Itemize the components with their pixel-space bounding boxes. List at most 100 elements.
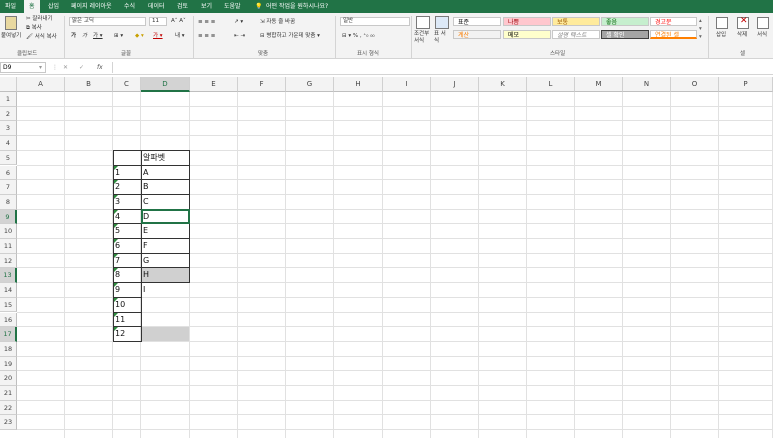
column-header-h[interactable]: H — [334, 77, 383, 92]
tab-formulas[interactable]: 수식 — [124, 0, 135, 13]
column-header-i[interactable]: I — [383, 77, 431, 92]
fx-icon[interactable]: fx — [97, 62, 103, 73]
insert-cells-icon[interactable] — [716, 17, 728, 29]
number-format-buttons[interactable]: ⊟ ▾ % , ⁺₀ ₀₀ — [342, 32, 375, 40]
table-letter-cell[interactable]: B — [141, 180, 149, 195]
row-header-14[interactable]: 14 — [0, 283, 17, 298]
indent-icon[interactable]: ⇤ ⇥ — [234, 32, 245, 40]
insert-cells-button[interactable]: 삽입 — [716, 31, 726, 39]
style-calculation[interactable]: 계산 — [453, 30, 501, 39]
column-header-o[interactable]: O — [671, 77, 719, 92]
table-letter-cell[interactable]: C — [141, 195, 149, 210]
row-header-12[interactable]: 12 — [0, 253, 17, 269]
paste-button[interactable]: 붙여넣기 — [1, 32, 21, 40]
style-bad[interactable]: 나쁨 — [503, 17, 551, 26]
table-format-icon[interactable] — [435, 16, 449, 29]
table-letter-cell[interactable]: G — [141, 254, 149, 269]
select-all-corner[interactable] — [0, 77, 17, 92]
table-number-cell[interactable]: 11 — [113, 313, 125, 328]
styles-scroll-icon[interactable]: ▴ ▾ ▾ — [699, 17, 702, 41]
row-header-15[interactable]: 15 — [0, 297, 17, 313]
phonetic-icon[interactable]: 내 ▾ — [175, 32, 185, 40]
style-normal[interactable]: 표준 — [453, 17, 501, 26]
row-header-1[interactable]: 1 — [0, 92, 17, 107]
style-linked-cell[interactable]: 연결된 셀 — [650, 30, 697, 39]
tab-home[interactable]: 홈 — [24, 0, 40, 13]
active-cell-selection[interactable] — [141, 208, 190, 225]
table-number-cell[interactable]: 9 — [113, 283, 120, 298]
table-number-cell[interactable]: 1 — [113, 166, 120, 181]
row-header-22[interactable]: 22 — [0, 400, 17, 416]
underline-icon[interactable]: 가 ▾ — [93, 32, 103, 40]
cut-button[interactable]: ✂ 잘라내기 — [26, 15, 53, 23]
row-header-9[interactable]: 9 — [0, 209, 17, 225]
style-check-cell[interactable]: 셀 확인 — [601, 30, 649, 39]
conditional-format-icon[interactable] — [416, 16, 430, 29]
delete-cells-icon[interactable]: ✕ — [737, 16, 749, 29]
style-explanatory[interactable]: 설명 텍스트 — [552, 30, 600, 39]
align-top-icon[interactable]: ≡ ≡ ≡ — [198, 18, 215, 26]
tab-page-layout[interactable]: 페이지 레이아웃 — [71, 0, 112, 13]
copy-button[interactable]: ⧉ 복사 — [26, 24, 42, 32]
delete-cells-button[interactable]: 삭제 — [737, 31, 747, 39]
row-header-6[interactable]: 6 — [0, 165, 17, 181]
font-color-icon[interactable]: 가 ▾ — [153, 32, 163, 40]
bold-icon[interactable]: 가 — [71, 32, 76, 40]
row-header-10[interactable]: 10 — [0, 224, 17, 239]
column-header-g[interactable]: G — [286, 77, 334, 92]
column-header-e[interactable]: E — [190, 77, 238, 92]
style-warning[interactable]: 경고문 — [650, 17, 697, 26]
style-neutral[interactable]: 보통 — [552, 17, 600, 26]
column-header-n[interactable]: N — [623, 77, 671, 92]
row-header-8[interactable]: 8 — [0, 194, 17, 210]
tab-file[interactable]: 파일 — [5, 0, 16, 13]
tab-help[interactable]: 도움말 — [224, 0, 241, 13]
row-header-18[interactable]: 18 — [0, 341, 17, 357]
style-good[interactable]: 좋음 — [601, 17, 649, 26]
row-header-21[interactable]: 21 — [0, 386, 17, 401]
row-header-20[interactable]: 20 — [0, 371, 17, 386]
format-cells-icon[interactable] — [757, 17, 769, 29]
conditional-format-button[interactable]: 조건부 서식 — [414, 31, 432, 45]
border-icon[interactable]: ⊞ ▾ — [114, 32, 123, 40]
row-header-7[interactable]: 7 — [0, 180, 17, 195]
column-header-c[interactable]: C — [113, 77, 141, 92]
table-number-cell[interactable]: 8 — [113, 268, 120, 283]
align-left-icon[interactable]: ≡ ≡ ≡ — [198, 32, 215, 40]
tab-insert[interactable]: 삽입 — [48, 0, 59, 13]
fill-color-icon[interactable]: ◆ ▾ — [135, 32, 144, 40]
column-header-a[interactable]: A — [17, 77, 65, 92]
row-header-5[interactable]: 5 — [0, 150, 17, 166]
font-size-select[interactable]: 11 — [149, 17, 167, 26]
tab-data[interactable]: 데이터 — [148, 0, 165, 13]
table-number-cell[interactable]: 4 — [113, 210, 120, 225]
column-header-b[interactable]: B — [65, 77, 113, 92]
table-number-cell[interactable]: 7 — [113, 254, 120, 269]
table-number-cell[interactable]: 12 — [113, 327, 125, 342]
tab-view[interactable]: 보기 — [201, 0, 212, 13]
table-letter-cell[interactable]: H — [141, 268, 149, 283]
font-name-select[interactable]: 맑은 고딕 — [69, 17, 146, 26]
cancel-icon[interactable]: ✕ — [63, 62, 68, 73]
font-grow-shrink-icon[interactable]: A˄ A˅ — [171, 17, 186, 25]
paste-icon[interactable] — [5, 16, 17, 30]
row-header-19[interactable]: 19 — [0, 356, 17, 372]
italic-icon[interactable]: 가 — [82, 32, 87, 40]
column-header-l[interactable]: L — [527, 77, 575, 92]
table-number-cell[interactable]: 3 — [113, 195, 120, 210]
formula-input[interactable] — [112, 62, 773, 73]
row-header-3[interactable]: 3 — [0, 121, 17, 137]
format-painter-button[interactable]: 🖌 서식 복사 — [26, 33, 57, 41]
row-header-16[interactable]: 16 — [0, 312, 17, 328]
style-note[interactable]: 메모 — [503, 30, 551, 39]
number-format-select[interactable]: 일반 — [340, 17, 410, 26]
table-number-cell[interactable]: 2 — [113, 180, 120, 195]
wrap-text-button[interactable]: ⇲ 자동 줄 바꿈 — [260, 18, 295, 26]
table-letter-cell[interactable]: A — [141, 166, 148, 181]
table-format-button[interactable]: 표 서식 — [434, 31, 450, 45]
column-header-p[interactable]: P — [719, 77, 773, 92]
worksheet-grid[interactable]: A B C D E F G H I J K L M N O P 1 2 3 4 5 6 7 8 9 10 11 12 13 14 15 16 1… — [0, 77, 773, 438]
column-header-k[interactable]: K — [479, 77, 527, 92]
column-header-j[interactable]: J — [431, 77, 479, 92]
orientation-icon[interactable]: ↗ ▾ — [234, 18, 243, 26]
